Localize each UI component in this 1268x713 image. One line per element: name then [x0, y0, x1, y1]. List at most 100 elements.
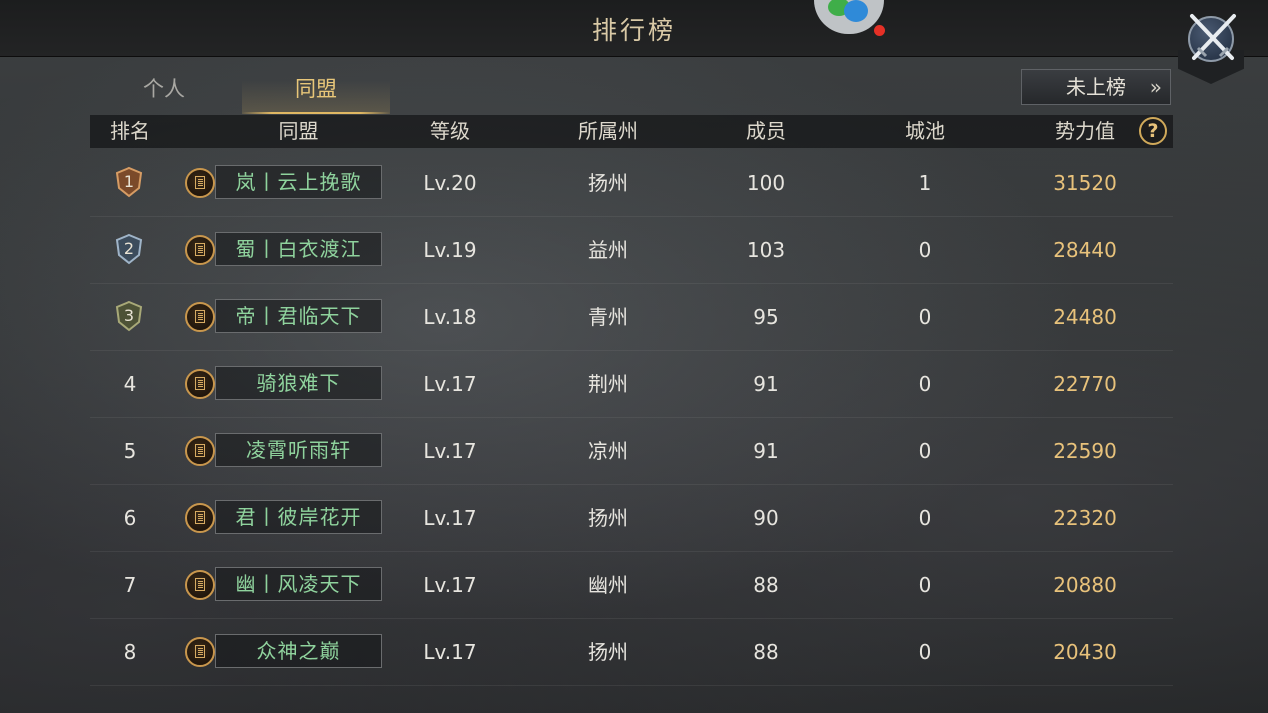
- notification-dot: [874, 25, 885, 36]
- alliance-banner-icon: [185, 235, 215, 265]
- column-header-state: 所属州: [578, 119, 638, 143]
- table-header: 排名 同盟 等级 所属州 成员 城池 势力值 ?: [90, 115, 1173, 148]
- column-header-rank: 排名: [110, 119, 150, 143]
- alliance-banner-icon: [185, 570, 215, 600]
- double-chevron-right-icon: »: [1149, 75, 1162, 99]
- top-bar: 排行榜: [0, 0, 1268, 57]
- rank-cell: 5: [123, 439, 137, 463]
- alliance-name[interactable]: 骑狼难下: [215, 366, 382, 400]
- table-row[interactable]: 3 帝丨君临天下 Lv.18 青州 95 0 24480: [90, 284, 1173, 351]
- state-cell: 扬州: [588, 506, 628, 530]
- level-cell: Lv.20: [423, 171, 477, 195]
- table-row[interactable]: 6 君丨彼岸花开 Lv.17 扬州 90 0 22320: [90, 485, 1173, 552]
- cities-cell: 0: [918, 305, 932, 329]
- table-row[interactable]: 7 幽丨风凌天下 Lv.17 幽州 88 0 20880: [90, 552, 1173, 619]
- cities-cell: 0: [918, 640, 932, 664]
- alliance-banner-icon: [185, 369, 215, 399]
- level-cell: Lv.17: [423, 439, 477, 463]
- power-cell: 31520: [1053, 171, 1117, 195]
- table-row[interactable]: 1 岚丨云上挽歌 Lv.20 扬州 100 1 31520: [90, 150, 1173, 217]
- rank-cell: 8: [123, 640, 137, 664]
- level-cell: Lv.17: [423, 506, 477, 530]
- rank-number: 3: [123, 306, 135, 325]
- members-cell: 95: [753, 305, 779, 329]
- rank-number: 1: [123, 172, 135, 191]
- rank-cell: 7: [123, 573, 137, 597]
- close-button[interactable]: [1176, 10, 1246, 84]
- members-cell: 100: [746, 171, 786, 195]
- rank-cell: 6: [123, 506, 137, 530]
- rank-cell: 2: [90, 217, 170, 283]
- members-cell: 103: [746, 238, 786, 262]
- table-row[interactable]: 2 蜀丨白衣渡江 Lv.19 益州 103 0 28440: [90, 217, 1173, 284]
- alliance-banner-icon: [185, 637, 215, 667]
- state-cell: 益州: [588, 238, 628, 262]
- alliance-name[interactable]: 帝丨君临天下: [215, 299, 382, 333]
- page-title: 排行榜: [591, 16, 676, 45]
- unranked-button[interactable]: 未上榜 »: [1021, 69, 1171, 105]
- state-cell: 凉州: [588, 439, 628, 463]
- level-cell: Lv.19: [423, 238, 477, 262]
- blue-drop-icon: [844, 0, 868, 22]
- crossed-swords-icon: [1188, 14, 1236, 62]
- column-header-level: 等级: [430, 119, 470, 143]
- alliance-banner-icon: [185, 168, 215, 198]
- alliance-name[interactable]: 众神之巅: [215, 634, 382, 668]
- rank-cell: 4: [123, 372, 137, 396]
- power-cell: 20880: [1053, 573, 1117, 597]
- power-cell: 22320: [1053, 506, 1117, 530]
- members-cell: 91: [753, 439, 779, 463]
- alliance-name[interactable]: 幽丨风凌天下: [215, 567, 382, 601]
- level-cell: Lv.17: [423, 372, 477, 396]
- cities-cell: 0: [918, 238, 932, 262]
- column-header-power: 势力值: [1055, 119, 1115, 143]
- table-row[interactable]: 5 凌霄听雨轩 Lv.17 凉州 91 0 22590: [90, 418, 1173, 485]
- column-header-alliance: 同盟: [278, 119, 319, 143]
- power-cell: 28440: [1053, 238, 1117, 262]
- cities-cell: 0: [918, 372, 932, 396]
- rank-number: 2: [123, 239, 135, 258]
- members-cell: 88: [753, 573, 779, 597]
- level-cell: Lv.17: [423, 573, 477, 597]
- power-cell: 22770: [1053, 372, 1117, 396]
- table-row[interactable]: 4 骑狼难下 Lv.17 荆州 91 0 22770: [90, 351, 1173, 418]
- ranking-tabs: 个人 同盟: [90, 66, 490, 116]
- members-cell: 91: [753, 372, 779, 396]
- power-cell: 24480: [1053, 305, 1117, 329]
- ranking-table: 1 岚丨云上挽歌 Lv.20 扬州 100 1 31520 2 蜀丨白衣渡江 L…: [90, 150, 1173, 686]
- tab-personal[interactable]: 个人: [90, 66, 238, 114]
- alliance-name[interactable]: 岚丨云上挽歌: [215, 165, 382, 199]
- alliance-name[interactable]: 蜀丨白衣渡江: [215, 232, 382, 266]
- cities-cell: 1: [918, 171, 932, 195]
- alliance-name[interactable]: 凌霄听雨轩: [215, 433, 382, 467]
- cities-cell: 0: [918, 573, 932, 597]
- state-cell: 幽州: [588, 573, 628, 597]
- alliance-banner-icon: [185, 503, 215, 533]
- power-cell: 22590: [1053, 439, 1117, 463]
- power-cell: 20430: [1053, 640, 1117, 664]
- column-header-members: 成员: [746, 119, 786, 143]
- alliance-name[interactable]: 君丨彼岸花开: [215, 500, 382, 534]
- state-cell: 扬州: [588, 640, 628, 664]
- rank-cell: 1: [90, 150, 170, 216]
- members-cell: 88: [753, 640, 779, 664]
- silver-rank-medal-icon: 2: [113, 233, 145, 265]
- column-header-cities: 城池: [905, 119, 945, 143]
- state-cell: 荆州: [588, 372, 628, 396]
- state-cell: 扬州: [588, 171, 628, 195]
- help-icon[interactable]: ?: [1139, 117, 1167, 145]
- rank-cell: 3: [90, 284, 170, 350]
- cities-cell: 0: [918, 439, 932, 463]
- cities-cell: 0: [918, 506, 932, 530]
- alliance-banner-icon: [185, 436, 215, 466]
- gold-rank-medal-icon: 1: [113, 166, 145, 198]
- table-row[interactable]: 8 众神之巅 Lv.17 扬州 88 0 20430: [90, 619, 1173, 686]
- unranked-label: 未上榜: [1066, 75, 1126, 99]
- members-cell: 90: [753, 506, 779, 530]
- tab-alliance[interactable]: 同盟: [242, 66, 390, 114]
- alliance-banner-icon: [185, 302, 215, 332]
- bronze-rank-medal-icon: 3: [113, 300, 145, 332]
- level-cell: Lv.17: [423, 640, 477, 664]
- level-cell: Lv.18: [423, 305, 477, 329]
- state-cell: 青州: [588, 305, 628, 329]
